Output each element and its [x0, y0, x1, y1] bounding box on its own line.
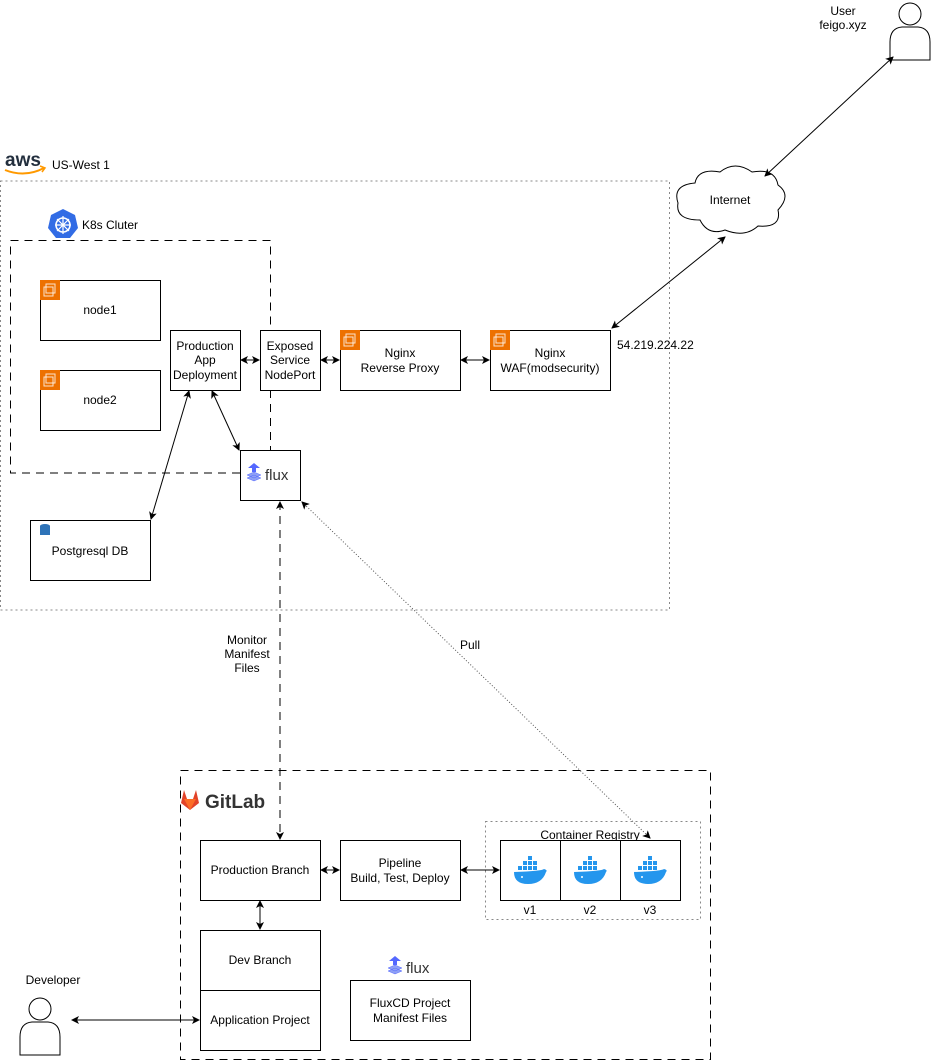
- label-line: FluxCD Project: [370, 996, 451, 1010]
- flux-icon: [387, 955, 403, 975]
- monitor-label: Monitor: [227, 633, 267, 647]
- label-line: Reverse Proxy: [361, 361, 440, 375]
- prod-branch-label: Production Branch: [211, 863, 310, 877]
- rds-icon: [38, 523, 52, 537]
- gitlab-logo: GitLab: [181, 790, 265, 813]
- developer-label: Developer: [26, 973, 81, 987]
- container-registry: Container Registry v1 v2 v3: [485, 821, 701, 920]
- nginx-reverse-proxy[interactable]: Nginx Reverse Proxy: [339, 329, 461, 391]
- ec2-icon: [489, 329, 511, 351]
- ec2-icon: [39, 369, 61, 391]
- label-line: WAF(modsecurity): [501, 361, 600, 375]
- monitor-label: Files: [234, 661, 259, 675]
- internet-cloud: Internet: [676, 165, 786, 234]
- person-icon: [889, 2, 931, 61]
- application-project[interactable]: Application Project: [200, 990, 321, 1051]
- app-project-label: Application Project: [210, 1013, 310, 1027]
- ec2-icon: [39, 279, 61, 301]
- postgresql-db[interactable]: Postgresql DB: [30, 520, 151, 581]
- version-label: v1: [524, 903, 537, 917]
- gitlab-label: GitLab: [205, 792, 265, 813]
- connector-pull: [301, 501, 651, 839]
- node2-label: node2: [83, 393, 117, 407]
- label-line: Production: [176, 339, 233, 353]
- architecture-diagram: User feigo.xyz Internet aws US-West 1 K8…: [0, 2, 931, 1060]
- image-v2[interactable]: v2: [560, 840, 621, 918]
- aws-region-label: US-West 1: [52, 158, 110, 172]
- flux-label: flux: [265, 467, 289, 484]
- developer-actor: Developer: [19, 973, 81, 1056]
- pipeline[interactable]: Pipeline Build, Test, Deploy: [340, 840, 461, 901]
- label-line: Exposed: [267, 339, 314, 353]
- label-line: Manifest Files: [373, 1011, 447, 1025]
- k8s-icon: [48, 209, 78, 238]
- production-app-deployment[interactable]: Production App Deployment: [170, 330, 241, 391]
- label-line: Deployment: [173, 368, 238, 382]
- version-label: v3: [644, 903, 657, 917]
- connector-internet-user: [764, 56, 894, 177]
- image-v3[interactable]: v3: [620, 840, 681, 918]
- aws-logo: aws: [4, 150, 47, 175]
- pull-label: Pull: [460, 638, 480, 652]
- image-v1[interactable]: v1: [500, 840, 561, 918]
- node2[interactable]: node2: [39, 369, 161, 431]
- flux-controller[interactable]: flux: [240, 450, 301, 501]
- production-branch[interactable]: Production Branch: [200, 840, 321, 901]
- exposed-service-nodeport[interactable]: Exposed Service NodePort: [260, 330, 321, 391]
- postgres-label: Postgresql DB: [52, 544, 129, 558]
- internet-label: Internet: [710, 193, 751, 207]
- label-line: Nginx: [535, 346, 566, 360]
- user-label: User: [830, 4, 855, 18]
- person-icon: [19, 997, 61, 1056]
- label-line: Pipeline: [379, 856, 422, 870]
- flux-logo-text: flux: [406, 960, 430, 977]
- monitor-label: Manifest: [224, 647, 270, 661]
- registry-label: Container Registry: [540, 828, 639, 842]
- label-line: Service: [270, 353, 310, 367]
- label-line: App: [194, 353, 216, 367]
- label-line: Nginx: [385, 346, 416, 360]
- ec2-icon: [339, 329, 361, 351]
- aws-logo-text: aws: [5, 150, 41, 171]
- nginx-waf[interactable]: Nginx WAF(modsecurity): [489, 329, 611, 391]
- node1[interactable]: node1: [39, 279, 161, 341]
- label-line: Build, Test, Deploy: [350, 871, 449, 885]
- node1-label: node1: [83, 303, 117, 317]
- version-label: v2: [584, 903, 597, 917]
- connector-app-flux: [211, 390, 240, 451]
- user-actor: User feigo.xyz: [819, 2, 931, 61]
- connector-waf-internet: [611, 236, 726, 329]
- dev-branch-label: Dev Branch: [229, 953, 292, 967]
- public-ip-label: 54.219.224.22: [617, 338, 694, 352]
- k8s-label: K8s Cluter: [82, 218, 138, 232]
- label-line: NodePort: [265, 368, 316, 382]
- fluxcd-project[interactable]: flux FluxCD Project Manifest Files: [350, 955, 471, 1041]
- user-host: feigo.xyz: [819, 18, 866, 32]
- dev-branch[interactable]: Dev Branch: [200, 930, 321, 991]
